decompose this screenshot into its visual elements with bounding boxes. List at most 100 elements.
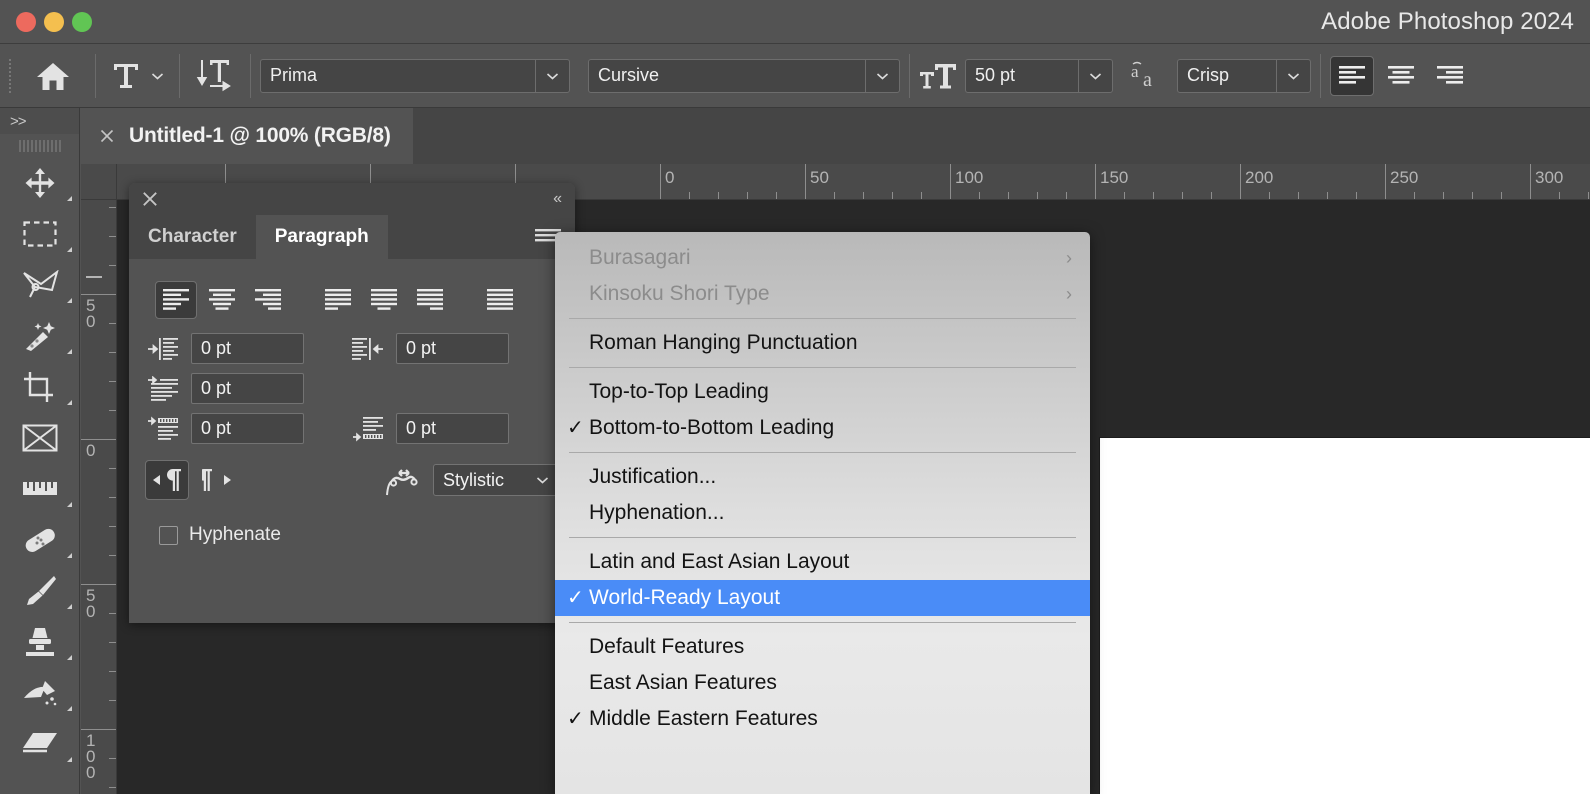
menu-item-label: Default Features [589, 635, 745, 658]
menu-item[interactable]: ✓ World-Ready Layout [555, 580, 1090, 616]
antialias-combo[interactable]: Crisp [1177, 58, 1311, 93]
menu-item[interactable]: Roman Hanging Punctuation [555, 325, 1090, 361]
menu-item[interactable]: ✓ Middle Eastern Features [555, 701, 1090, 737]
ruler-corner[interactable] [81, 164, 117, 200]
font-family-dropdown-arrow[interactable] [535, 59, 569, 92]
ruler-minor-tick [1008, 192, 1009, 199]
close-icon[interactable] [99, 128, 115, 144]
text-orientation-button[interactable] [189, 57, 241, 95]
tool-lasso[interactable] [0, 259, 80, 310]
menu-item[interactable]: Latin and East Asian Layout [555, 544, 1090, 580]
ruler-minor-tick [1443, 192, 1444, 199]
tab-character[interactable]: Character [129, 215, 256, 259]
paragraph-panel-menu[interactable]: Burasagari › Kinsoku Shori Type › Roman Hang… [555, 232, 1090, 794]
options-align-right-button[interactable] [1428, 56, 1472, 96]
hyphenate-row[interactable]: Hyphenate [159, 524, 559, 546]
indent-left-value[interactable]: 0 pt [191, 333, 304, 364]
options-align-center-button[interactable] [1379, 56, 1423, 96]
space-after-field[interactable]: 0 pt [350, 413, 509, 444]
indent-left-field[interactable]: 0 pt [145, 333, 304, 364]
para-justify-last-right-button[interactable] [409, 281, 451, 319]
tools-collapse-button[interactable]: >> [0, 108, 79, 134]
font-size-combo[interactable]: 50 pt [965, 58, 1113, 93]
ruler-label: 300 [1535, 168, 1564, 187]
tool-object-selection[interactable] [0, 310, 80, 361]
para-align-left-button[interactable] [155, 281, 197, 319]
tool-brush[interactable] [0, 565, 80, 616]
font-style-combo[interactable]: Cursive [588, 58, 900, 93]
divider [1320, 53, 1321, 98]
para-justify-all-button[interactable] [479, 281, 521, 319]
document-canvas[interactable] [1100, 438, 1590, 794]
space-before-value[interactable]: 0 pt [191, 413, 304, 444]
tools-panel-grip[interactable] [18, 137, 61, 155]
maximize-window-button[interactable] [72, 12, 92, 32]
paragraph-direction-ltr-button[interactable] [145, 460, 189, 500]
menu-item[interactable]: ✓ Bottom-to-Bottom Leading [555, 410, 1090, 446]
type-tool-selector[interactable] [105, 60, 170, 92]
ruler-label: 200 [1245, 168, 1274, 187]
para-justify-last-left-button[interactable] [317, 281, 359, 319]
tool-spot-healing-brush[interactable] [0, 514, 80, 565]
indent-right-field[interactable]: 0 pt [350, 333, 509, 364]
indent-right-value[interactable]: 0 pt [396, 333, 509, 364]
menu-item[interactable]: Top-to-Top Leading [555, 374, 1090, 410]
space-before-field[interactable]: 0 pt [145, 413, 304, 444]
ruler-minor-tick [1211, 192, 1212, 199]
close-window-button[interactable] [16, 12, 36, 32]
antialias-dropdown-arrow[interactable] [1276, 59, 1310, 92]
tool-rectangular-marquee[interactable] [0, 208, 80, 259]
menu-item[interactable]: Justification... [555, 459, 1090, 495]
options-align-left-button[interactable] [1330, 55, 1374, 96]
ruler-minor-tick [109, 497, 116, 498]
tool-move[interactable] [0, 157, 80, 208]
tool-crop[interactable] [0, 361, 80, 412]
tool-frame[interactable] [0, 412, 80, 463]
document-tab-title: Untitled-1 @ 100% (RGB/8) [129, 124, 391, 147]
para-align-right-button[interactable] [247, 281, 289, 319]
space-after-value[interactable]: 0 pt [396, 413, 509, 444]
ruler-tick [81, 294, 116, 295]
menu-item[interactable]: Default Features [555, 629, 1090, 665]
home-icon [37, 62, 69, 90]
menu-item-label: Burasagari [589, 246, 691, 269]
options-bar-grip[interactable] [8, 58, 14, 93]
minimize-window-button[interactable] [44, 12, 64, 32]
menu-item-label: Roman Hanging Punctuation [589, 331, 858, 354]
tool-eraser[interactable] [0, 718, 80, 769]
options-bar: Prima Cursive 50 pt a a Crisp [0, 44, 1590, 108]
font-size-icon [920, 63, 956, 88]
justification-method-select[interactable]: Stylistic [433, 464, 559, 496]
para-align-center-button[interactable] [201, 281, 243, 319]
ruler-minor-tick [979, 192, 980, 199]
font-style-dropdown-arrow[interactable] [865, 59, 899, 92]
tool-clone-stamp[interactable] [0, 616, 80, 667]
tool-ruler[interactable] [0, 463, 80, 514]
menu-item[interactable]: East Asian Features [555, 665, 1090, 701]
font-size-dropdown-arrow[interactable] [1078, 59, 1112, 92]
menu-separator [569, 367, 1076, 368]
hyphenate-checkbox[interactable] [159, 525, 178, 545]
menu-item: Kinsoku Shori Type › [555, 276, 1090, 312]
document-tab[interactable]: Untitled-1 @ 100% (RGB/8) [81, 108, 413, 164]
indent-first-line-value[interactable]: 0 pt [191, 373, 304, 404]
paragraph-direction-rtl-button[interactable] [195, 460, 239, 500]
tab-paragraph[interactable]: Paragraph [255, 215, 388, 259]
ruler-minor-tick [747, 192, 748, 199]
menu-item[interactable]: Hyphenation... [555, 495, 1090, 531]
menu-item-label: Bottom-to-Bottom Leading [589, 416, 835, 439]
panel-collapse-button[interactable]: « [553, 190, 562, 208]
font-family-combo[interactable]: Prima [260, 58, 570, 93]
ruler-minor-tick [689, 192, 690, 199]
indent-first-line-field[interactable]: 0 pt [145, 373, 304, 404]
panel-tab-strip: Character Paragraph [129, 215, 575, 259]
spacing-row: 0 pt 0 pt [145, 413, 559, 444]
close-icon[interactable] [141, 190, 159, 208]
vertical-ruler[interactable]: 50 0 50 100 [81, 200, 117, 794]
frame-icon [22, 424, 58, 451]
font-family-value: Prima [270, 65, 318, 85]
home-button[interactable] [20, 61, 86, 91]
ruler-tick [1240, 164, 1241, 199]
tool-history-brush[interactable] [0, 667, 80, 718]
para-justify-last-center-button[interactable] [363, 281, 405, 319]
